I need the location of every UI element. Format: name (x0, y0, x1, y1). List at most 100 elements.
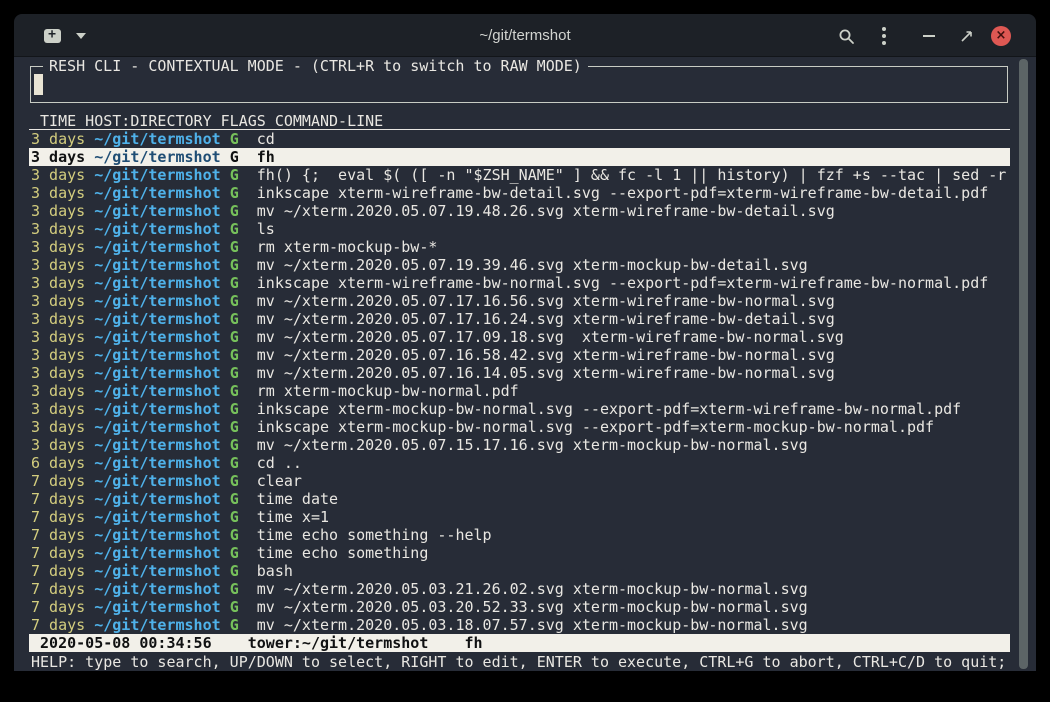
row-flags: G (230, 508, 239, 526)
row-time: 3 days (31, 130, 85, 148)
magnifier-icon (838, 28, 855, 45)
row-flags: G (230, 418, 239, 436)
restore-button[interactable] (955, 25, 977, 47)
row-host-directory: ~/git/termshot (94, 274, 220, 292)
history-row[interactable]: 7 days ~/git/termshot G mv ~/xterm.2020.… (29, 580, 1010, 598)
history-row[interactable]: 3 days ~/git/termshot G rm xterm-mockup-… (29, 238, 1010, 256)
row-time: 7 days (31, 580, 85, 598)
terminal-screen[interactable]: RESH CLI - CONTEXTUAL MODE - (CTRL+R to … (14, 57, 1036, 671)
row-time: 7 days (31, 508, 85, 526)
row-time: 7 days (31, 472, 85, 490)
row-time: 3 days (31, 328, 85, 346)
row-host-directory: ~/git/termshot (94, 616, 220, 634)
history-row[interactable]: 3 days ~/git/termshot G cd (29, 130, 1010, 148)
history-row[interactable]: 3 days ~/git/termshot G fh() {; eval $( … (29, 166, 1010, 184)
row-time: 3 days (31, 274, 85, 292)
row-command: mv ~/xterm.2020.05.07.17.16.24.svg xterm… (257, 310, 835, 328)
row-command: mv ~/xterm.2020.05.07.16.14.05.svg xterm… (257, 364, 835, 382)
kebab-menu-icon (882, 34, 886, 38)
row-command: fh (257, 148, 275, 166)
history-row[interactable]: 7 days ~/git/termshot G mv ~/xterm.2020.… (29, 616, 1010, 634)
row-time: 3 days (31, 166, 85, 184)
row-host-directory: ~/git/termshot (94, 184, 220, 202)
history-row[interactable]: 7 days ~/git/termshot G time x=1 (29, 508, 1010, 526)
history-row[interactable]: 3 days ~/git/termshot G rm xterm-mockup-… (29, 382, 1010, 400)
row-host-directory: ~/git/termshot (94, 382, 220, 400)
history-row[interactable]: 6 days ~/git/termshot G cd .. (29, 454, 1010, 472)
row-flags: G (230, 346, 239, 364)
row-flags: G (230, 436, 239, 454)
history-row[interactable]: 3 days ~/git/termshot G inkscape xterm-w… (29, 184, 1010, 202)
history-row[interactable]: 3 days ~/git/termshot G mv ~/xterm.2020.… (29, 292, 1010, 310)
row-host-directory: ~/git/termshot (94, 400, 220, 418)
history-row[interactable]: 3 days ~/git/termshot G ls (29, 220, 1010, 238)
row-flags: G (230, 364, 239, 382)
history-row[interactable]: 7 days ~/git/termshot G time echo someth… (29, 544, 1010, 562)
row-flags: G (230, 148, 239, 166)
history-row[interactable]: 3 days ~/git/termshot G mv ~/xterm.2020.… (29, 202, 1010, 220)
history-row[interactable]: 7 days ~/git/termshot G mv ~/xterm.2020.… (29, 598, 1010, 616)
history-row[interactable]: 3 days ~/git/termshot G mv ~/xterm.2020.… (29, 256, 1010, 274)
row-time: 3 days (31, 256, 85, 274)
row-time: 3 days (31, 382, 85, 400)
row-command: bash (257, 562, 293, 580)
row-flags: G (230, 184, 239, 202)
history-row[interactable]: 3 days ~/git/termshot G mv ~/xterm.2020.… (29, 436, 1010, 454)
history-row[interactable]: 3 days ~/git/termshot G mv ~/xterm.2020.… (29, 310, 1010, 328)
row-flags: G (230, 238, 239, 256)
row-flags: G (230, 382, 239, 400)
row-command: fh() {; eval $( ([ -n "$ZSH_NAME" ] && f… (257, 166, 1007, 184)
row-host-directory: ~/git/termshot (94, 562, 220, 580)
row-flags: G (230, 616, 239, 634)
row-flags: G (230, 292, 239, 310)
row-host-directory: ~/git/termshot (94, 544, 220, 562)
row-time: 3 days (31, 292, 85, 310)
row-flags: G (230, 562, 239, 580)
history-row[interactable]: 3 days ~/git/termshot G mv ~/xterm.2020.… (29, 346, 1010, 364)
row-command: cd (257, 130, 275, 148)
row-time: 3 days (31, 184, 85, 202)
text-cursor (34, 74, 43, 95)
row-host-directory: ~/git/termshot (94, 526, 220, 544)
row-time: 7 days (31, 598, 85, 616)
history-row[interactable]: 3 days ~/git/termshot G inkscape xterm-m… (29, 400, 1010, 418)
row-command: time echo something --help (257, 526, 492, 544)
search-input[interactable]: RESH CLI - CONTEXTUAL MODE - (CTRL+R to … (30, 66, 1008, 103)
history-row[interactable]: 7 days ~/git/termshot G time echo someth… (29, 526, 1010, 544)
close-button[interactable]: × (991, 25, 1011, 47)
row-host-directory: ~/git/termshot (94, 220, 220, 238)
row-flags: G (230, 472, 239, 490)
history-row[interactable]: 3 days ~/git/termshot G mv ~/xterm.2020.… (29, 364, 1010, 382)
status-bar: 2020-05-08 00:34:56 tower:~/git/termshot… (29, 634, 1010, 652)
history-row[interactable]: 3 days ~/git/termshot G mv ~/xterm.2020.… (29, 328, 1010, 346)
row-time: 7 days (31, 490, 85, 508)
row-command: time x=1 (257, 508, 329, 526)
history-row[interactable]: 3 days ~/git/termshot G inkscape xterm-m… (29, 418, 1010, 436)
history-row[interactable]: 7 days ~/git/termshot G time date (29, 490, 1010, 508)
row-flags: G (230, 166, 239, 184)
history-row[interactable]: 3 days ~/git/termshot G inkscape xterm-w… (29, 274, 1010, 292)
row-flags: G (230, 598, 239, 616)
row-command: mv ~/xterm.2020.05.07.19.39.46.svg xterm… (257, 256, 808, 274)
scrollbar[interactable] (1019, 59, 1028, 669)
search-button[interactable] (834, 25, 858, 47)
row-command: cd .. (257, 454, 302, 472)
row-flags: G (230, 202, 239, 220)
row-flags: G (230, 544, 239, 562)
minimize-button[interactable] (918, 25, 940, 47)
minimize-icon (923, 35, 935, 37)
row-host-directory: ~/git/termshot (94, 292, 220, 310)
row-time: 3 days (31, 418, 85, 436)
history-row[interactable]: 7 days ~/git/termshot G bash (29, 562, 1010, 580)
row-host-directory: ~/git/termshot (94, 472, 220, 490)
row-command: mv ~/xterm.2020.05.03.18.07.57.svg xterm… (257, 616, 808, 634)
history-row[interactable]: 7 days ~/git/termshot G clear (29, 472, 1010, 490)
row-command: time date (257, 490, 338, 508)
history-row-selected[interactable]: 3 days ~/git/termshot G fh (29, 148, 1010, 166)
row-command: mv ~/xterm.2020.05.07.19.48.26.svg xterm… (257, 202, 835, 220)
row-time: 7 days (31, 562, 85, 580)
menu-button[interactable] (874, 25, 894, 47)
row-command: inkscape xterm-wireframe-bw-detail.svg -… (257, 184, 989, 202)
row-flags: G (230, 130, 239, 148)
row-host-directory: ~/git/termshot (94, 166, 220, 184)
